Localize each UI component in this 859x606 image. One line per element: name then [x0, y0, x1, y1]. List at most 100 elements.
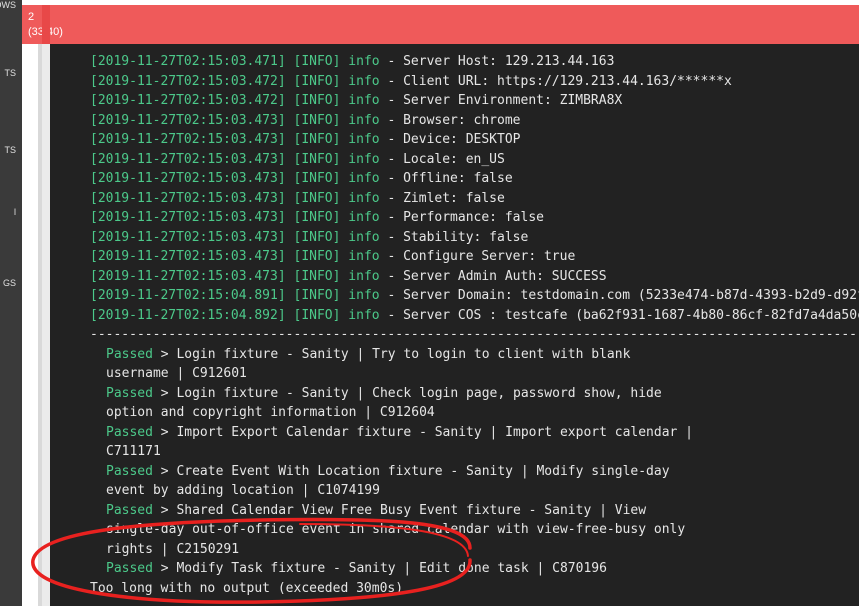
test-result-line: Passed > Shared Calendar View Free Busy …: [50, 501, 859, 521]
log-message: Server Host: 129.213.44.163: [403, 54, 615, 69]
test-title: Login fixture - Sanity | Try to login to…: [176, 346, 631, 362]
test-title: Login fixture - Sanity | Check login pag…: [176, 385, 662, 401]
nav-item-misc[interactable]: l: [0, 203, 22, 221]
log-tag: info: [348, 249, 380, 264]
log-timestamp: [2019-11-27T02:15:03.473]: [90, 268, 286, 284]
log-message: Server COS : testcafe (ba62f931-1687-4b8…: [403, 307, 859, 323]
log-info-line: [2019-11-27T02:15:04.891] [INFO] info - …: [50, 286, 859, 306]
log-separator-dash: -: [387, 132, 396, 147]
test-result-line: Passed > Import Export Calendar fixture …: [50, 423, 859, 443]
log-info-line: [2019-11-27T02:15:03.473] [INFO] info - …: [50, 169, 859, 189]
log-message: Stability: false: [403, 229, 529, 245]
log-tag: info: [348, 268, 380, 284]
log-message: Configure Server: true: [403, 249, 576, 264]
log-info-line: [2019-11-27T02:15:03.473] [INFO] info - …: [50, 111, 859, 131]
log-level: [INFO]: [293, 190, 341, 206]
log-level: [INFO]: [293, 307, 341, 323]
test-result-line: Passed > Create Event With Location fixt…: [50, 462, 859, 482]
test-result-continuation: option and copyright information | C9126…: [50, 403, 859, 423]
nav-item-workflows[interactable]: OWS: [0, 0, 22, 14]
log-tag: info: [348, 307, 380, 323]
log-info-line: [2019-11-27T02:15:03.471] [INFO] info - …: [50, 52, 859, 72]
log-timestamp: [2019-11-27T02:15:03.472]: [90, 93, 286, 108]
test-arrow: >: [160, 463, 169, 479]
log-info-line: [2019-11-27T02:15:03.472] [INFO] info - …: [50, 72, 859, 92]
log-separator-dash: -: [387, 210, 396, 225]
log-separator: ----------------------------------------…: [90, 327, 858, 342]
log-level: [INFO]: [293, 73, 341, 89]
test-title-continued: username | C912601: [106, 366, 247, 381]
log-tag: info: [348, 132, 380, 147]
timeout-line: Too long with no output (exceeded 30m0s): [50, 579, 859, 599]
log-info-line: [2019-11-27T02:15:03.473] [INFO] info - …: [50, 150, 859, 170]
log-timestamp: [2019-11-27T02:15:03.473]: [90, 210, 286, 225]
log-separator-dash: -: [387, 73, 396, 89]
log-info-line: [2019-11-27T02:15:03.473] [INFO] info - …: [50, 130, 859, 150]
log-timestamp: [2019-11-27T02:15:03.473]: [90, 112, 286, 128]
test-title: Modify Task fixture - Sanity | Edit done…: [176, 561, 607, 576]
test-result-continuation: single-day out-of-office event in shared…: [50, 520, 859, 540]
test-title: Create Event With Location fixture - San…: [176, 463, 670, 479]
log-tag: info: [348, 288, 380, 303]
log-info-line: [2019-11-27T02:15:03.473] [INFO] info - …: [50, 208, 859, 228]
test-title-continued: rights | C2150291: [106, 541, 240, 557]
test-arrow: >: [160, 346, 169, 362]
failed-step-header[interactable]: 2 (33:40): [22, 5, 859, 44]
test-result-continuation: event by adding location | C1074199: [50, 481, 859, 501]
test-result-line: Passed > Login fixture - Sanity | Try to…: [50, 345, 859, 365]
log-timestamp: [2019-11-27T02:15:04.892]: [90, 307, 286, 323]
log-message: Performance: false: [403, 210, 544, 225]
log-level: [INFO]: [293, 132, 341, 147]
log-level: [INFO]: [293, 268, 341, 284]
log-info-line: [2019-11-27T02:15:03.472] [INFO] info - …: [50, 91, 859, 111]
nav-item-insights[interactable]: TS: [0, 64, 22, 82]
log-tag: info: [348, 112, 380, 128]
test-arrow: >: [160, 385, 169, 401]
log-separator-dash: -: [387, 190, 396, 206]
log-level: [INFO]: [293, 54, 341, 69]
nav-item-label: OWS: [0, 0, 16, 10]
log-tag: info: [348, 171, 380, 186]
log-info-line: [2019-11-27T02:15:03.473] [INFO] info - …: [50, 189, 859, 209]
log-separator-dash: -: [387, 54, 396, 69]
header-rail: [42, 5, 50, 44]
timeout-message: Too long with no output (exceeded 30m0s): [90, 580, 404, 596]
log-level: [INFO]: [293, 93, 341, 108]
log-level: [INFO]: [293, 112, 341, 128]
log-message: Zimlet: false: [403, 190, 505, 206]
log-separator-dash: -: [387, 93, 396, 108]
log-timestamp: [2019-11-27T02:15:03.473]: [90, 229, 286, 245]
nav-item-projects[interactable]: TS: [0, 141, 22, 159]
test-title-continued: option and copyright information | C9126…: [106, 405, 435, 420]
log-level: [INFO]: [293, 151, 341, 167]
log-output-panel: [2019-11-27T02:15:03.471] [INFO] info - …: [50, 44, 859, 606]
log-separator-dash: -: [387, 229, 396, 245]
log-separator-dash: -: [387, 307, 396, 323]
nav-item-label: TS: [4, 68, 16, 78]
log-level: [INFO]: [293, 249, 341, 264]
log-separator-dash: -: [387, 171, 396, 186]
test-status: Passed: [106, 346, 153, 362]
log-separator-dash: -: [387, 249, 396, 264]
log-lines: [2019-11-27T02:15:03.471] [INFO] info - …: [50, 52, 859, 598]
test-title-continued: event by adding location | C1074199: [106, 483, 380, 498]
log-separator-dash: -: [387, 112, 396, 128]
log-info-line: [2019-11-27T02:15:03.473] [INFO] info - …: [50, 247, 859, 267]
nav-item-label: GS: [2, 278, 16, 288]
test-result-line: Passed > Login fixture - Sanity | Check …: [50, 384, 859, 404]
log-separator-dash: -: [387, 268, 396, 284]
step-rail-inner: [42, 44, 50, 606]
test-status: Passed: [106, 561, 153, 576]
log-timestamp: [2019-11-27T02:15:03.473]: [90, 151, 286, 167]
log-tag: info: [348, 73, 380, 89]
log-timestamp: [2019-11-27T02:15:03.472]: [90, 73, 286, 89]
log-message: Server Admin Auth: SUCCESS: [403, 268, 607, 284]
log-level: [INFO]: [293, 288, 341, 303]
test-status: Passed: [106, 385, 153, 401]
test-status: Passed: [106, 463, 153, 479]
test-arrow: >: [160, 424, 169, 440]
nav-item-label: l: [14, 207, 16, 217]
nav-item-settings[interactable]: GS: [0, 274, 22, 292]
log-message: Locale: en_US: [403, 151, 505, 167]
log-message: Browser: chrome: [403, 112, 521, 128]
